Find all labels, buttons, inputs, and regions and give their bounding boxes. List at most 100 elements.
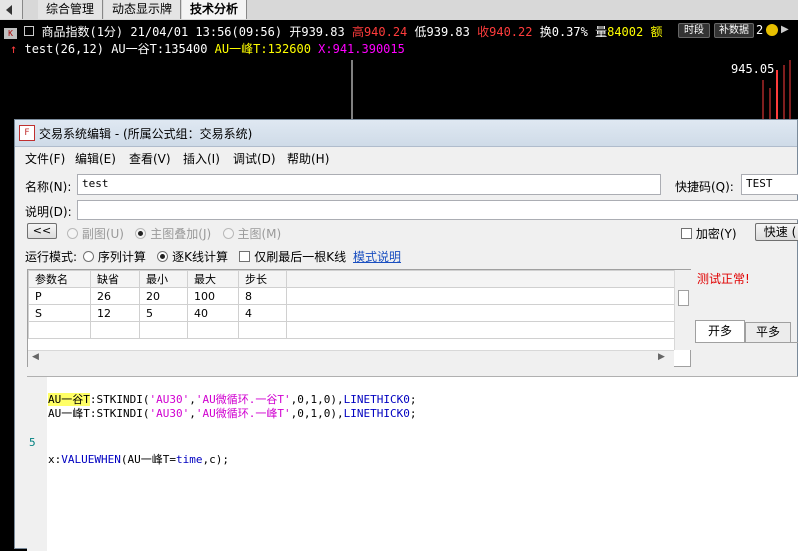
cell-min[interactable]: 5: [139, 304, 188, 322]
k-icon[interactable]: K: [4, 28, 17, 39]
tick-calc-label: 逐K线计算: [172, 250, 228, 264]
indicator-line: ↑ test(26,12) AU一谷T:135400 AU一峰T:132600 …: [10, 40, 405, 57]
main-overlay-label: 主图叠加(J): [150, 227, 212, 241]
au-peak-value: AU一峰T:132600: [214, 42, 311, 56]
header-max: 最大: [187, 270, 239, 288]
last-bar-only-checkbox[interactable]: [239, 251, 251, 262]
code-keyword: time: [175, 453, 203, 466]
dialog-title: 交易系统编辑 - (所属公式组：交易系统): [39, 127, 253, 141]
table-row[interactable]: P 26 20 100 8: [28, 287, 675, 305]
code-fn: :STKINDI(: [89, 407, 150, 420]
tab-close-long[interactable]: 平多: [745, 322, 791, 342]
menu-view[interactable]: 查看(V): [129, 150, 171, 167]
code-string: 'AU30': [149, 407, 190, 420]
name-input[interactable]: test: [77, 174, 661, 195]
seq-calc-label: 序列计算: [97, 250, 146, 264]
code-line-2[interactable]: AU一峰T:STKINDI('AU30','AU微循环.一峰T',0,1,0),…: [48, 405, 416, 421]
header-default: 缺省: [90, 270, 140, 288]
close-value: 收940.22: [477, 25, 533, 39]
cell-default[interactable]: 12: [90, 304, 140, 322]
cell-default[interactable]: 26: [90, 287, 140, 305]
description-label: 说明(D):: [25, 205, 72, 219]
top-tab-bar: 综合管理 动态显示牌 技术分析: [0, 0, 798, 21]
more-arrow-icon[interactable]: ▶: [781, 24, 789, 35]
chart-type-group: 副图(U) 主图叠加(J) 主图(M): [67, 225, 281, 242]
code-comma: ,: [189, 407, 196, 420]
tab-dynamic-board[interactable]: 动态显示牌: [104, 0, 182, 19]
x-value: X:941.390015: [318, 42, 405, 56]
supplement-data-button[interactable]: 补数据: [714, 23, 754, 38]
indicator-name: test(26,12): [24, 42, 104, 56]
cell-step[interactable]: 4: [238, 304, 287, 322]
table-header-row: 参数名 缺省 最小 最大 步长: [28, 270, 675, 288]
fast-button[interactable]: 快速 (: [755, 223, 798, 241]
tab-comprehensive[interactable]: 综合管理: [38, 0, 104, 19]
main-chart-radio[interactable]: [222, 228, 234, 239]
seq-calc-radio[interactable]: [83, 251, 94, 262]
test-result-label: 测试正常!: [697, 272, 750, 286]
code-editor[interactable]: 5 AU一谷T:STKINDI('AU30','AU微循环.一谷T',0,1,0…: [27, 376, 798, 551]
cell-min[interactable]: 20: [139, 287, 188, 305]
up-arrow-icon: ↑: [10, 42, 18, 56]
scroll-left-icon[interactable]: ◀: [32, 352, 39, 362]
params-table: 参数名 缺省 最小 最大 步长 P 26 20 100 8 S 12 5 40 …: [28, 270, 675, 339]
volume-label: 量: [595, 25, 608, 39]
high-value: 高940.24: [351, 25, 408, 39]
menu-edit[interactable]: 编辑(E): [75, 150, 116, 167]
mode-help-link[interactable]: 模式说明: [353, 248, 401, 265]
table-row[interactable]: [28, 321, 675, 339]
table-horizontal-scrollbar[interactable]: ◀ ▶: [28, 350, 674, 367]
code-var-x: x:: [48, 453, 62, 466]
low-value: 低939.83: [414, 25, 470, 39]
line-number: 5: [29, 436, 36, 449]
code-end: ,c);: [202, 453, 229, 466]
tick-calc-radio[interactable]: [157, 251, 169, 262]
settings-gear-icon[interactable]: [766, 24, 778, 36]
table-vertical-scrollbar[interactable]: [674, 270, 691, 350]
menu-file[interactable]: 文件(F): [25, 150, 65, 167]
scrollbar-thumb[interactable]: [678, 290, 689, 306]
tab-scroll-left-icon[interactable]: [0, 0, 23, 19]
volume-value: 84002: [607, 25, 644, 39]
formula-editor-dialog: F 交易系统编辑 - (所属公式组：交易系统) 文件(F) 编辑(E) 查看(V…: [14, 119, 798, 551]
last-bar-only-label: 仅刷最后一根K线: [254, 250, 347, 264]
cell-param-name[interactable]: S: [28, 304, 91, 322]
shortcut-input[interactable]: TEST: [741, 174, 798, 195]
tab-open-long[interactable]: 开多: [695, 320, 745, 342]
description-input[interactable]: [77, 200, 798, 220]
sub-chart-label: 副图(U): [81, 227, 124, 241]
checkbox-icon[interactable]: [24, 26, 35, 36]
cell-max[interactable]: 100: [187, 287, 239, 305]
encrypt-checkbox[interactable]: [681, 228, 692, 239]
au-valley-value: AU一谷T:135400: [111, 42, 208, 56]
header-param-name: 参数名: [28, 270, 91, 288]
table-row[interactable]: S 12 5 40 4: [28, 304, 675, 322]
header-min: 最小: [139, 270, 188, 288]
app-logo-icon: F: [19, 125, 35, 141]
symbol-label: 商品指数(1分): [41, 25, 124, 39]
signal-tabs: 开多 平多: [695, 320, 798, 343]
cell-param-name[interactable]: P: [28, 287, 91, 305]
code-end: ;: [409, 407, 417, 420]
code-line-5[interactable]: x:VALUEWHEN(AU一峰T=time,c);: [48, 451, 229, 467]
menu-insert[interactable]: 插入(I): [183, 150, 220, 167]
change-value: 换0.37%: [539, 25, 588, 39]
cell-max[interactable]: 40: [187, 304, 239, 322]
cell-step[interactable]: 8: [238, 287, 287, 305]
menu-help[interactable]: 帮助(H): [287, 150, 329, 167]
sub-chart-radio[interactable]: [67, 228, 78, 239]
shortcut-label: 快捷码(Q):: [675, 180, 734, 194]
tab-technical-analysis[interactable]: 技术分析: [182, 0, 248, 19]
name-label: 名称(N):: [25, 180, 72, 194]
period-button[interactable]: 时段: [678, 23, 710, 38]
menu-debug[interactable]: 调试(D): [233, 150, 276, 167]
dialog-titlebar[interactable]: F 交易系统编辑 - (所属公式组：交易系统): [15, 120, 797, 147]
main-overlay-radio[interactable]: [135, 228, 147, 239]
scroll-right-icon[interactable]: ▶: [658, 352, 665, 362]
collapse-button[interactable]: <<: [27, 223, 57, 239]
page-number: 2: [756, 23, 764, 37]
datetime-label: 21/04/01 13:56(09:56): [130, 25, 283, 39]
code-var-peak: AU一峰T: [48, 407, 90, 420]
encrypt-checkbox-group[interactable]: 加密(Y): [681, 225, 737, 242]
amount-label: 额: [650, 25, 663, 39]
